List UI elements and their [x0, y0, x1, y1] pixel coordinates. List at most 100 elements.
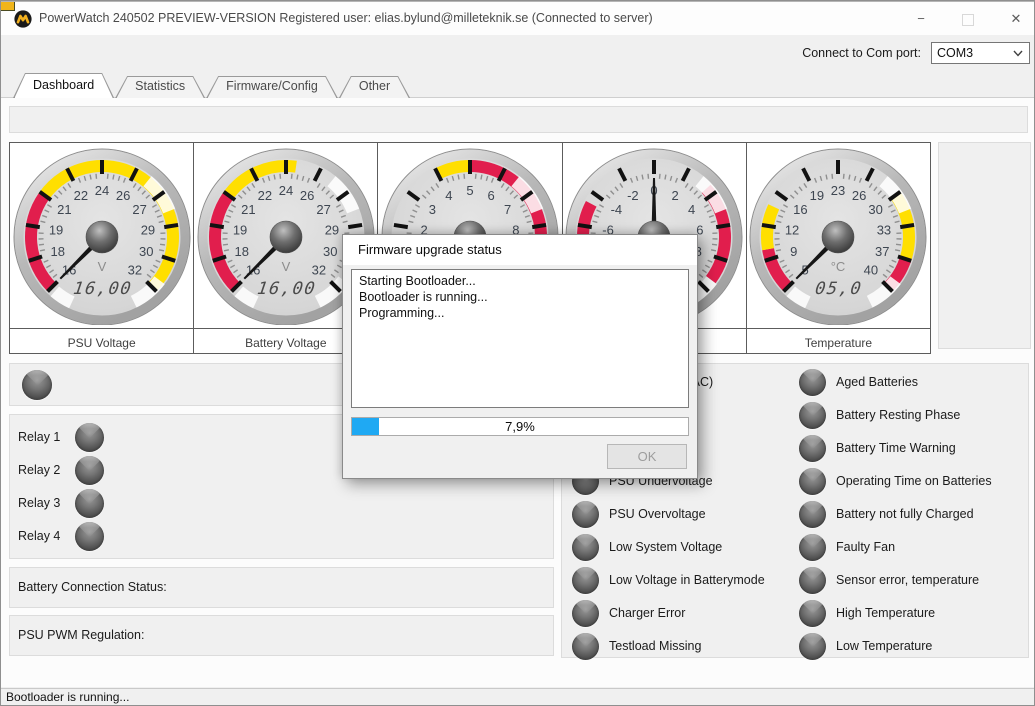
status-label: Faulty Fan	[836, 533, 895, 562]
status-led	[799, 501, 826, 528]
right-blank-panel	[938, 142, 1031, 349]
svg-text:18: 18	[234, 244, 248, 259]
svg-text:05,0: 05,0	[814, 279, 864, 299]
svg-text:-2: -2	[627, 188, 639, 203]
status-led	[799, 402, 826, 429]
status-label: Charger Error	[609, 599, 685, 628]
svg-text:4: 4	[445, 188, 452, 203]
status-led	[799, 567, 826, 594]
log-line: Programming...	[359, 305, 681, 321]
svg-text:22: 22	[73, 188, 87, 203]
relay-led	[75, 456, 104, 485]
tab-label: Dashboard	[13, 73, 114, 96]
ok-button[interactable]: OK	[607, 444, 687, 469]
status-led	[799, 369, 826, 396]
svg-text:27: 27	[132, 202, 146, 217]
svg-text:-4: -4	[611, 202, 623, 217]
maximize-button[interactable]	[951, 2, 985, 35]
com-port-select[interactable]: COM3	[931, 42, 1030, 64]
status-led	[799, 600, 826, 627]
svg-text:37: 37	[875, 244, 889, 259]
status-label: Battery not fully Charged	[836, 500, 974, 529]
svg-text:18: 18	[50, 244, 64, 259]
firmware-log[interactable]: Starting Bootloader...Bootloader is runn…	[351, 269, 689, 408]
svg-text:3: 3	[429, 202, 436, 217]
svg-text:30: 30	[323, 244, 337, 259]
svg-text:2: 2	[672, 188, 679, 203]
status-label: Testload Missing	[609, 632, 701, 661]
background-window-artifact	[1, 2, 15, 11]
status-led	[799, 468, 826, 495]
minimize-button[interactable]: −	[904, 2, 938, 35]
svg-text:19: 19	[48, 222, 62, 237]
system-led	[22, 370, 52, 400]
maximize-icon	[962, 14, 974, 26]
battery-connection-label: Battery Connection Status:	[18, 568, 167, 607]
battery-connection-panel: Battery Connection Status:	[9, 567, 554, 608]
close-button[interactable]: ✕	[999, 2, 1033, 35]
svg-text:23: 23	[831, 183, 845, 198]
status-led	[572, 567, 599, 594]
status-led	[572, 633, 599, 660]
status-label: Low Temperature	[836, 632, 932, 661]
statusbar-text: Bootloader is running...	[6, 690, 129, 704]
tab-strip: DashboardStatisticsFirmware/ConfigOther	[13, 72, 411, 98]
status-bar: Bootloader is running...	[1, 688, 1034, 706]
svg-text:24: 24	[94, 183, 108, 198]
svg-text:5: 5	[466, 183, 473, 198]
app-logo-icon	[14, 10, 32, 28]
chevron-down-icon	[1013, 50, 1023, 57]
gauge-psu-voltage: 1618192122242627293032V16,00	[12, 145, 192, 325]
svg-text:°C: °C	[831, 259, 846, 274]
svg-text:26: 26	[115, 188, 129, 203]
svg-text:4: 4	[688, 202, 695, 217]
status-led	[799, 534, 826, 561]
svg-text:22: 22	[257, 188, 271, 203]
status-label: Battery Time Warning	[836, 434, 956, 463]
status-label: PSU Overvoltage	[609, 500, 706, 529]
svg-text:V: V	[281, 259, 290, 274]
svg-text:21: 21	[57, 202, 71, 217]
progress-label: 7,9%	[352, 419, 688, 434]
tab-statistics[interactable]: Statistics	[115, 76, 205, 98]
status-label: Low Voltage in Batterymode	[609, 566, 765, 595]
status-label: Battery Resting Phase	[836, 401, 960, 430]
svg-text:7: 7	[504, 202, 511, 217]
app-window: PowerWatch 240502 PREVIEW-VERSION Regist…	[0, 0, 1035, 706]
svg-text:32: 32	[127, 262, 141, 277]
svg-text:32: 32	[311, 262, 325, 277]
dialog-titlebar[interactable]: Firmware upgrade status	[343, 235, 697, 265]
svg-text:6: 6	[487, 188, 494, 203]
relay-led	[75, 522, 104, 551]
firmware-dialog: Firmware upgrade status Starting Bootloa…	[342, 234, 698, 479]
gauge-cell-psu-voltage: 1618192122242627293032V16,00PSU Voltage	[10, 143, 194, 353]
status-label: High Temperature	[836, 599, 935, 628]
gauge-separator	[747, 328, 930, 329]
status-led	[572, 534, 599, 561]
gauge-cell-temperature: 59121619232630333740°C05,0Temperature	[747, 143, 930, 353]
svg-text:27: 27	[316, 202, 330, 217]
svg-text:26: 26	[300, 188, 314, 203]
svg-text:40: 40	[864, 262, 878, 277]
progress-bar: 7,9%	[351, 417, 689, 436]
psu-pwm-panel: PSU PWM Regulation:	[9, 615, 554, 656]
com-port-value: COM3	[937, 46, 973, 60]
tab-other[interactable]: Other	[339, 76, 410, 98]
svg-text:29: 29	[140, 222, 154, 237]
svg-text:19: 19	[810, 188, 824, 203]
status-label: Sensor error, temperature	[836, 566, 979, 595]
tab-dashboard[interactable]: Dashboard	[13, 73, 114, 98]
status-label: Low System Voltage	[609, 533, 722, 562]
status-led	[572, 501, 599, 528]
svg-text:12: 12	[785, 222, 799, 237]
relay-led	[75, 489, 104, 518]
svg-text:16: 16	[794, 202, 808, 217]
svg-text:30: 30	[139, 244, 153, 259]
tab-firmware-config[interactable]: Firmware/Config	[206, 76, 338, 98]
svg-text:9: 9	[791, 244, 798, 259]
relay-row: Relay 3	[10, 488, 553, 518]
log-line: Bootloader is running...	[359, 289, 681, 305]
titlebar[interactable]: PowerWatch 240502 PREVIEW-VERSION Regist…	[1, 1, 1034, 35]
relay-label: Relay 3	[18, 488, 60, 518]
status-led	[572, 600, 599, 627]
